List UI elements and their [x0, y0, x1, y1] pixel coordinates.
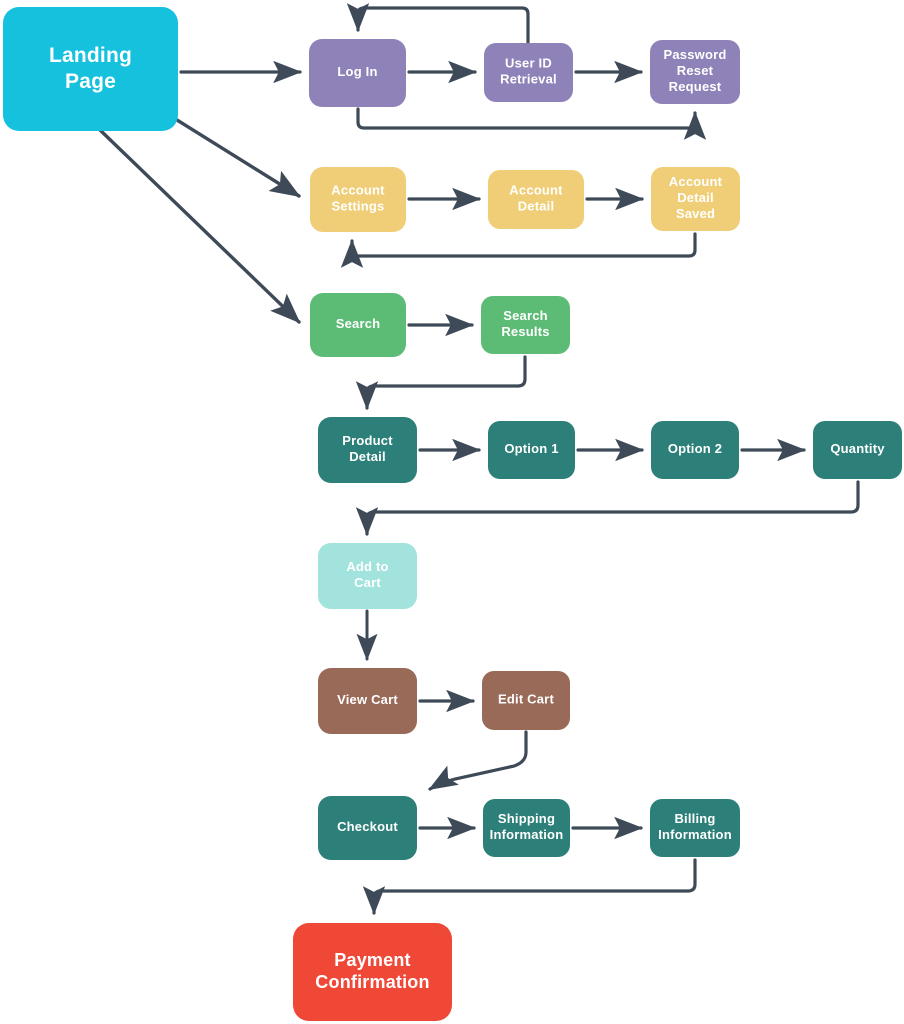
edge-edit-cart-to-checkout — [428, 730, 528, 791]
edge-landing-page-to-account-settings — [175, 118, 301, 198]
node-search[interactable]: Search — [310, 293, 406, 357]
node-user-id-retrieval[interactable]: User ID Retrieval — [484, 43, 573, 102]
nodes-layer: Landing Page Log In User ID Retrieval Passwor… — [3, 7, 902, 1021]
connectors-layer — [97, 3, 860, 915]
edge-quantity-to-add-to-cart — [355, 480, 860, 536]
flowchart-svg: Landing Page Log In User ID Retrieval Passwor… — [3, 3, 902, 1021]
node-edit-cart[interactable]: Edit Cart — [482, 671, 570, 730]
edge-billing-information-to-payment-confirmation — [362, 858, 697, 915]
edge-log-in-loop-to-password-reset-request — [356, 107, 707, 140]
node-log-in[interactable]: Log In — [309, 39, 406, 107]
node-account-detail-saved[interactable]: Account Detail Saved — [651, 167, 740, 231]
node-label-quantity: Quantity — [830, 441, 885, 456]
node-quantity[interactable]: Quantity — [813, 421, 902, 479]
node-search-results[interactable]: Search Results — [481, 296, 570, 354]
edge-account-detail-saved-loop-to-account-settings — [340, 232, 697, 268]
node-account-settings[interactable]: Account Settings — [310, 167, 406, 232]
node-option-1[interactable]: Option 1 — [488, 421, 575, 479]
node-label-user-id-retrieval: User ID Retrieval — [500, 56, 557, 87]
node-label-view-cart: View Cart — [337, 692, 398, 707]
node-label-product-detail: Product Detail — [342, 434, 393, 465]
node-view-cart[interactable]: View Cart — [318, 668, 417, 734]
node-landing-page[interactable]: Landing Page — [3, 7, 178, 131]
node-label-search: Search — [336, 316, 381, 331]
node-checkout[interactable]: Checkout — [318, 796, 417, 860]
edge-user-id-retrieval-loop-to-log-in — [346, 3, 530, 44]
node-shipping-information[interactable]: Shipping Information — [483, 799, 570, 857]
node-password-reset-request[interactable]: Password Reset Request — [650, 40, 740, 104]
node-label-shipping-information: Shipping Information — [490, 812, 564, 843]
node-product-detail[interactable]: Product Detail — [318, 417, 417, 483]
node-label-search-results: Search Results — [501, 309, 549, 340]
node-payment-confirmation[interactable]: Payment Confirmation — [293, 923, 452, 1021]
node-add-to-cart[interactable]: Add to Cart — [318, 543, 417, 609]
node-label-option-1: Option 1 — [504, 441, 558, 456]
node-billing-information[interactable]: Billing Information — [650, 799, 740, 857]
edge-landing-page-to-search — [97, 127, 301, 324]
node-label-account-settings: Account Settings — [331, 183, 385, 214]
node-option-2[interactable]: Option 2 — [651, 421, 739, 479]
node-label-option-2: Option 2 — [668, 441, 722, 456]
node-label-checkout: Checkout — [337, 819, 398, 834]
node-label-log-in: Log In — [337, 64, 377, 79]
flowchart-canvas: Landing Page Log In User ID Retrieval Passwor… — [0, 0, 904, 1024]
node-account-detail[interactable]: Account Detail — [488, 170, 584, 229]
edge-search-results-to-product-detail — [355, 355, 527, 410]
node-label-edit-cart: Edit Cart — [498, 692, 554, 707]
